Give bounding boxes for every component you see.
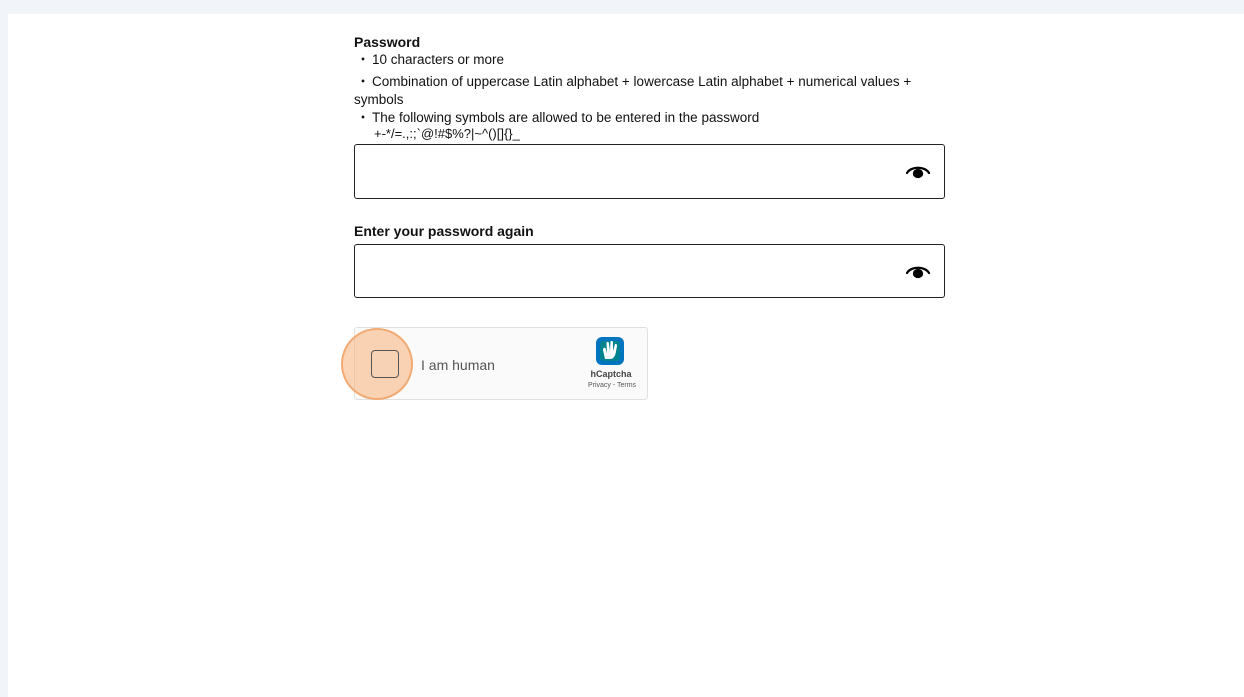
password-rule-text: The following symbols are allowed to be … bbox=[372, 110, 760, 125]
terms-link[interactable]: Terms bbox=[617, 382, 636, 389]
password-rule-text: Combination of uppercase Latin alphabet … bbox=[354, 74, 912, 107]
bullet: ・ bbox=[356, 74, 370, 89]
confirm-password-input[interactable] bbox=[367, 259, 891, 287]
password-input[interactable] bbox=[367, 159, 891, 187]
password-rule-text: 10 characters or more bbox=[372, 52, 505, 67]
password-field[interactable] bbox=[354, 144, 945, 199]
hcaptcha-logo-icon bbox=[596, 337, 624, 365]
bullet: ・ bbox=[356, 110, 370, 125]
hcaptcha-widget: I am human hCaptcha Privacy - Terms bbox=[341, 327, 648, 400]
password-rule: ・ The following symbols are allowed to be… bbox=[354, 109, 946, 127]
human-checkbox-label: I am human bbox=[421, 357, 495, 373]
password-rules: ・ 10 characters or more ・ Combination of u… bbox=[354, 51, 946, 141]
privacy-link[interactable]: Privacy bbox=[588, 382, 611, 389]
password-rule: ・ Combination of uppercase Latin alphabet… bbox=[354, 73, 946, 109]
password-form: Password ・ 10 characters or more ・ Combina… bbox=[354, 34, 946, 298]
password-rule: ・ 10 characters or more bbox=[354, 51, 946, 69]
hcaptcha-links: Privacy - Terms bbox=[581, 382, 643, 389]
page-panel: Password ・ 10 characters or more ・ Combina… bbox=[8, 14, 1244, 697]
eye-icon[interactable] bbox=[906, 262, 930, 282]
confirm-password-label: Enter your password again bbox=[354, 223, 534, 239]
password-label: Password bbox=[354, 34, 421, 50]
confirm-password-field[interactable] bbox=[354, 244, 945, 298]
eye-icon[interactable] bbox=[906, 162, 930, 182]
hcaptcha-brand: hCaptcha bbox=[590, 369, 632, 379]
bullet: ・ bbox=[356, 52, 370, 67]
allowed-symbols: +-*/=.,:;`@!#$%?|~^()[]{}_ bbox=[374, 126, 520, 141]
human-checkbox[interactable] bbox=[371, 350, 399, 378]
